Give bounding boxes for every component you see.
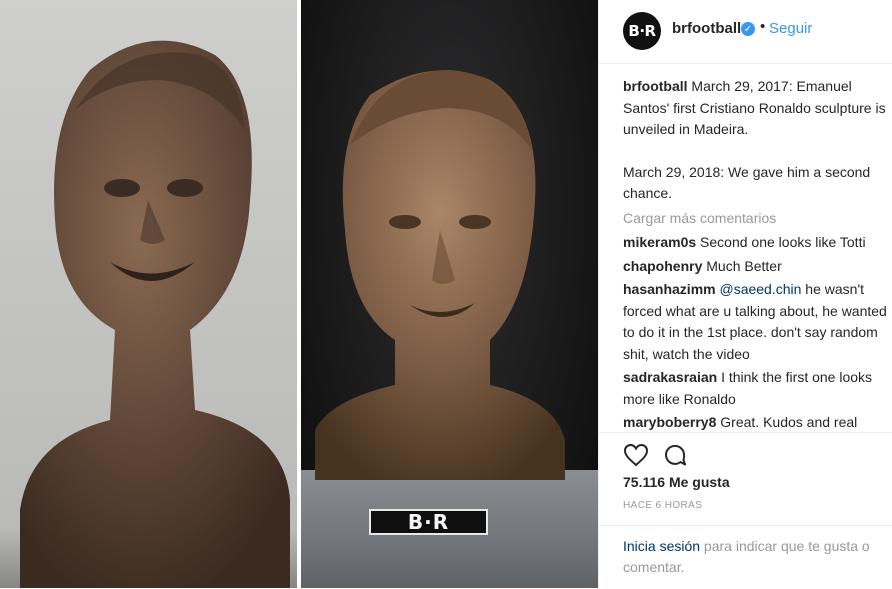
login-link[interactable]: Inicia sesión <box>623 538 700 554</box>
load-more-comments-link[interactable]: Cargar más comentarios <box>623 208 889 230</box>
comment-username[interactable]: sadrakasraian <box>623 369 717 385</box>
avatar[interactable]: B·R <box>623 12 661 50</box>
follow-button[interactable]: Seguir <box>769 20 812 37</box>
post-header: B·R brfootball ✓ • Seguir <box>599 0 892 64</box>
comments-list[interactable]: brfootball March 29, 2017: Emanuel Santo… <box>623 76 889 432</box>
post-sidebar: B·R brfootball ✓ • Seguir brfootball Mar… <box>598 0 892 588</box>
br-logo-plate: B·R <box>369 509 488 535</box>
caption-text-2: March 29, 2018: We gave him a second cha… <box>623 163 871 202</box>
comment-text: Much Better <box>702 257 782 274</box>
comment-username[interactable]: chapohenry <box>623 258 702 274</box>
comment-item: mikeram0s Second one looks like Totti <box>623 232 889 254</box>
comment-username[interactable]: maryboberry8 <box>623 414 716 430</box>
login-prompt: Inicia sesión para indicar que te gusta … <box>599 525 892 589</box>
username-link[interactable]: brfootball <box>672 20 741 37</box>
comment-item: chapohenry Much Better <box>623 256 889 278</box>
comment-item: maryboberry8 Great. Kudos and real respe… <box>623 412 889 432</box>
post-caption: brfootball March 29, 2017: Emanuel Santo… <box>623 76 889 141</box>
comment-username[interactable]: mikeram0s <box>623 234 696 250</box>
comment-icon[interactable] <box>663 443 687 467</box>
comment-item: sadrakasraian I think the first one look… <box>623 367 889 410</box>
comment-item: hasanhazimm @saeed.chin he wasn't forced… <box>623 279 889 365</box>
comment-mention-link[interactable]: @saeed.chin <box>716 281 801 297</box>
verified-badge-icon: ✓ <box>741 22 755 36</box>
caption-username[interactable]: brfootball <box>623 78 688 94</box>
action-bar <box>599 432 892 467</box>
comment-text: Second one looks like Totti <box>696 234 866 250</box>
right-bust <box>315 70 565 480</box>
post-timestamp: HACE 6 HORAS <box>623 500 703 511</box>
heart-icon[interactable] <box>623 443 649 467</box>
comment-username[interactable]: hasanhazimm <box>623 281 716 297</box>
likes-count[interactable]: 75.116 Me gusta <box>623 474 730 490</box>
left-bust <box>20 40 290 588</box>
login-prompt-text: Inicia sesión para indicar que te gusta … <box>623 536 885 578</box>
bust-sculptures <box>20 40 565 588</box>
post-image[interactable]: B·R <box>0 0 598 588</box>
separator-dot: • <box>760 18 766 35</box>
